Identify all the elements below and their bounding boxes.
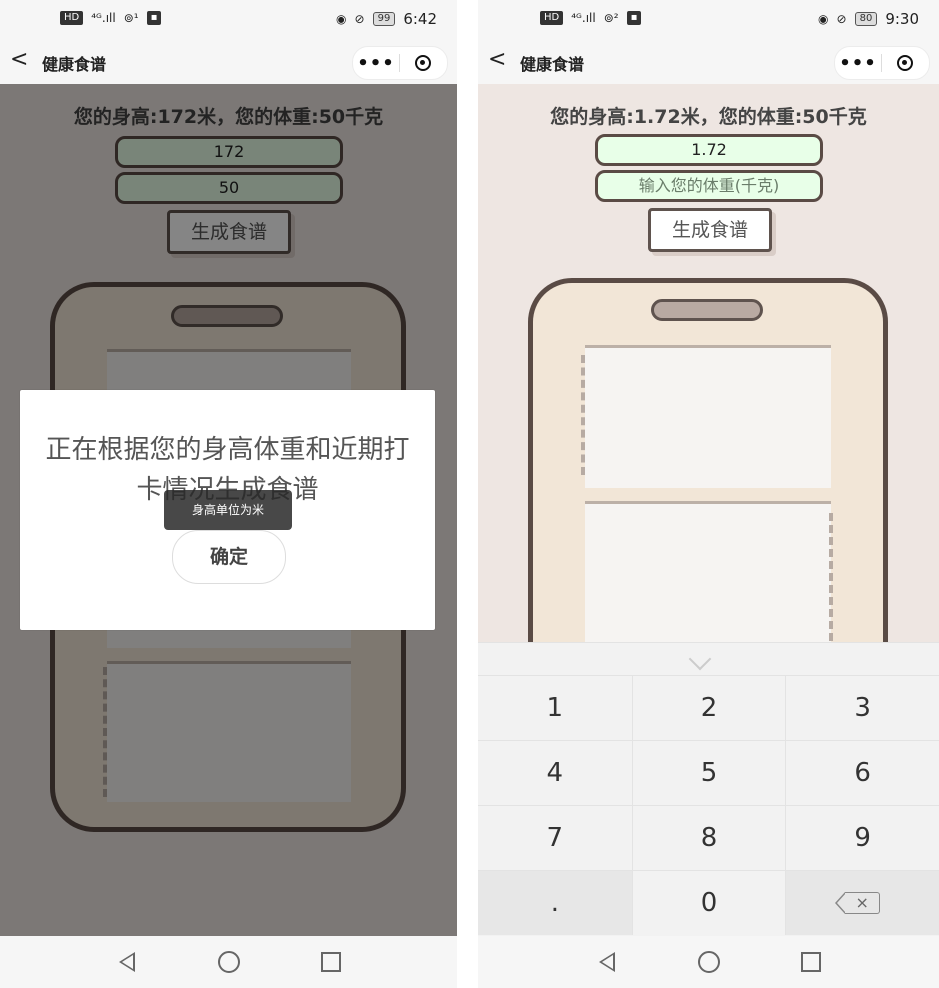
speaker-decoration <box>651 299 763 321</box>
clock: 9:30 <box>885 10 919 28</box>
battery-indicator: 99 <box>372 12 396 26</box>
confirm-button[interactable]: 确定 <box>172 530 286 584</box>
close-button[interactable] <box>882 55 928 71</box>
system-home-button[interactable] <box>689 942 729 982</box>
status-bar: HD ⁴ᴳ.ıll ⊚¹ ▪ ◉ ⊘ 99 6:42 <box>0 0 457 38</box>
clock: 6:42 <box>403 10 437 28</box>
signal-icon: ⁴ᴳ.ıll <box>91 11 116 25</box>
eye-icon: ◉ <box>336 12 347 26</box>
system-home-button[interactable] <box>209 942 249 982</box>
system-back-button[interactable] <box>107 942 147 982</box>
more-button[interactable]: ••• <box>353 53 399 74</box>
target-icon <box>415 55 431 71</box>
system-nav-bar <box>478 936 939 988</box>
key-9[interactable]: 9 <box>785 805 939 870</box>
key-3[interactable]: 3 <box>785 675 939 740</box>
notification-icon: ▪ <box>146 11 162 25</box>
system-recents-button[interactable] <box>791 942 831 982</box>
system-back-button[interactable] <box>587 942 627 982</box>
weight-input[interactable]: 输入您的体重(千克) <box>595 170 823 202</box>
triangle-back-icon <box>598 952 615 972</box>
left-phone-screen: HD ⁴ᴳ.ıll ⊚¹ ▪ ◉ ⊘ 99 6:42 < 健康食谱 ••• 您的… <box>0 0 457 988</box>
hotspot-icon: ⊚¹ <box>123 11 139 25</box>
height-input[interactable]: 1.72 <box>595 134 823 166</box>
illustration-panel-top <box>585 345 831 488</box>
key-1[interactable]: 1 <box>478 675 632 740</box>
hd-icon: HD <box>540 11 564 25</box>
key-2[interactable]: 2 <box>631 675 786 740</box>
key-dot[interactable]: . <box>478 870 632 935</box>
signal-icon: ⁴ᴳ.ıll <box>571 11 596 25</box>
height-weight-summary: 您的身高:1.72米，您的体重:50千克 <box>550 106 867 128</box>
key-0[interactable]: 0 <box>631 870 786 935</box>
generate-recipe-button[interactable]: 生成食谱 <box>648 208 772 252</box>
back-button[interactable]: < <box>488 48 512 72</box>
eye-icon: ◉ <box>818 12 829 26</box>
battery-indicator: 80 <box>854 12 878 26</box>
capsule-menu: ••• <box>352 46 448 80</box>
mute-bell-icon: ⊘ <box>836 12 847 26</box>
toast-height-unit: 身高单位为米 <box>164 490 292 530</box>
mini-program-nav: < 健康食谱 ••• <box>478 38 939 84</box>
home-circle-icon <box>217 951 240 973</box>
page-title: 健康食谱 <box>42 55 107 74</box>
page-title: 健康食谱 <box>520 55 585 74</box>
chevron-down-icon <box>688 647 712 671</box>
key-5[interactable]: 5 <box>631 740 786 805</box>
numeric-keyboard: 1 2 3 4 5 6 7 8 9 . 0 × <box>478 642 939 937</box>
hd-icon: HD <box>60 11 84 25</box>
triangle-back-icon <box>118 952 135 972</box>
home-circle-icon <box>697 951 720 973</box>
capsule-menu: ••• <box>834 46 930 80</box>
right-phone-screen: HD ⁴ᴳ.ıll ⊚² ▪ ◉ ⊘ 80 9:30 < 健康食谱 ••• 您的… <box>478 0 939 988</box>
hotspot-icon: ⊚² <box>603 11 619 25</box>
close-button[interactable] <box>400 55 446 71</box>
system-recents-button[interactable] <box>311 942 351 982</box>
system-nav-bar <box>0 936 457 988</box>
more-button[interactable]: ••• <box>835 53 881 74</box>
notification-icon: ▪ <box>626 11 642 25</box>
key-8[interactable]: 8 <box>631 805 786 870</box>
back-button[interactable]: < <box>10 48 34 72</box>
backspace-icon: × <box>835 892 881 914</box>
key-4[interactable]: 4 <box>478 740 632 805</box>
mini-program-nav: < 健康食谱 ••• <box>0 38 457 84</box>
status-bar: HD ⁴ᴳ.ıll ⊚² ▪ ◉ ⊘ 80 9:30 <box>478 0 939 38</box>
key-7[interactable]: 7 <box>478 805 632 870</box>
key-backspace[interactable]: × <box>785 870 939 935</box>
recents-square-icon <box>320 952 341 972</box>
mute-bell-icon: ⊘ <box>354 12 365 26</box>
key-6[interactable]: 6 <box>785 740 939 805</box>
keyboard-collapse-bar[interactable] <box>478 643 939 675</box>
target-icon <box>897 55 913 71</box>
recents-square-icon <box>800 952 821 972</box>
